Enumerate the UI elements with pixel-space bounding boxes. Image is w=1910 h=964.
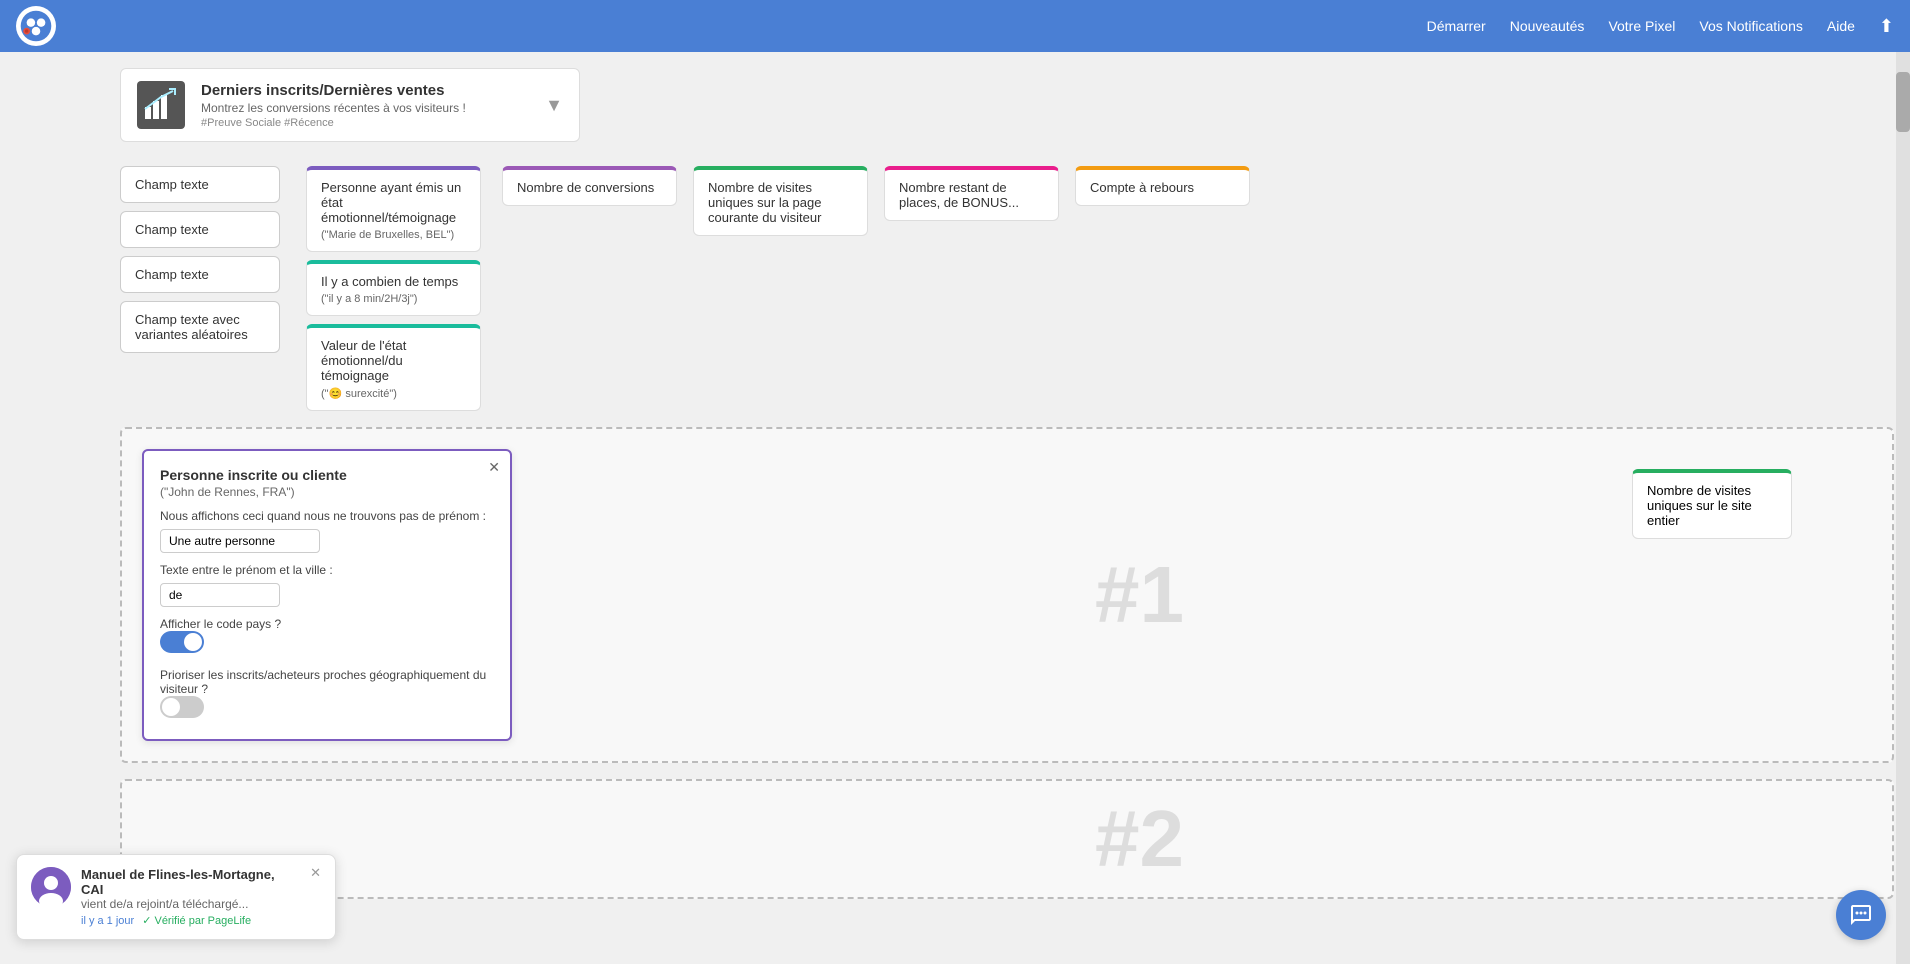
nav-demarrer[interactable]: Démarrer — [1427, 18, 1486, 34]
app-logo[interactable] — [16, 6, 56, 46]
block-visites-site-inside[interactable]: Nombre de visites uniques sur le site en… — [1632, 469, 1792, 539]
popup-label-ville: Texte entre le prénom et la ville : — [160, 563, 494, 577]
nav-votre-pixel[interactable]: Votre Pixel — [1608, 18, 1675, 34]
popup-input-ville[interactable] — [160, 583, 280, 607]
dashed-number-2: #2 — [1095, 793, 1184, 885]
toast-verified: ✓ Vérifié par PageLife — [142, 914, 251, 927]
nav-nouveautes[interactable]: Nouveautés — [1510, 18, 1585, 34]
block-champ-texte-1[interactable]: Champ texte — [120, 166, 280, 203]
purple-teal-blocks-column: Personne ayant émis un état émotionnel/t… — [306, 166, 486, 411]
top-card-icon — [137, 81, 185, 129]
toast-content: Manuel de Flines-les-Mortagne, CAI vient… — [81, 867, 300, 927]
block-nombre-conversions[interactable]: Nombre de conversions — [502, 166, 677, 206]
block-valeur-etat[interactable]: Valeur de l'état émotionnel/du témoignag… — [306, 324, 481, 411]
toggle-afficher-pays[interactable] — [160, 631, 204, 653]
block-label: Nombre restant de places, de BONUS... — [899, 180, 1044, 210]
orange-block-wrapper: Compte à rebours — [1075, 166, 1250, 206]
dashed-number-1: #1 — [1095, 549, 1184, 641]
block-sub: ("😊 surexcité") — [321, 387, 466, 400]
violet-block-wrapper: Nombre de conversions — [502, 166, 677, 206]
top-card-title: Derniers inscrits/Dernières ventes — [201, 82, 529, 99]
toast-avatar — [31, 867, 71, 907]
block-label: Compte à rebours — [1090, 180, 1235, 195]
popup-close-button[interactable]: ✕ — [488, 459, 500, 476]
block-compte-rebours[interactable]: Compte à rebours — [1075, 166, 1250, 206]
block-personne-etat[interactable]: Personne ayant émis un état émotionnel/t… — [306, 166, 481, 252]
navbar: Démarrer Nouveautés Votre Pixel Vos Noti… — [0, 0, 1910, 52]
popup-subtitle: ("John de Rennes, FRA") — [160, 485, 494, 499]
popup-toggle-pays-label: Afficher le code pays ? — [160, 617, 494, 631]
block-sub: ("il y a 8 min/2H/3j") — [321, 293, 466, 305]
block-nombre-visites-page[interactable]: Nombre de visites uniques sur la page co… — [693, 166, 868, 236]
popup-input-personne[interactable] — [160, 529, 320, 553]
green-block-wrapper: Nombre de visites uniques sur la page co… — [693, 166, 868, 236]
toast-notification: Manuel de Flines-les-Mortagne, CAI vient… — [16, 854, 336, 940]
scrollbar-track — [1896, 52, 1910, 964]
main-content: Derniers inscrits/Dernières ventes Montr… — [0, 52, 1910, 964]
toast-time: il y a 1 jour — [81, 915, 134, 927]
top-card-text: Derniers inscrits/Dernières ventes Montr… — [201, 82, 529, 129]
block-sub: ("Marie de Bruxelles, BEL") — [321, 229, 466, 241]
block-il-y-a-combien[interactable]: Il y a combien de temps ("il y a 8 min/2… — [306, 260, 481, 316]
nav-aide[interactable]: Aide — [1827, 18, 1855, 34]
popup-title: Personne inscrite ou cliente — [160, 467, 494, 483]
toggle-prioriser-geo[interactable] — [160, 696, 204, 718]
block-label: Nombre de conversions — [517, 180, 662, 195]
top-card[interactable]: Derniers inscrits/Dernières ventes Montr… — [120, 68, 580, 142]
chevron-down-icon: ▼ — [545, 95, 563, 116]
toast-close-button[interactable]: ✕ — [310, 865, 321, 881]
nav-vos-notifications[interactable]: Vos Notifications — [1699, 18, 1803, 34]
top-card-tags: #Preuve Sociale #Récence — [201, 117, 529, 129]
toast-name: Manuel de Flines-les-Mortagne, CAI — [81, 867, 300, 897]
block-champ-texte-2[interactable]: Champ texte — [120, 211, 280, 248]
block-label: Nombre de visites uniques sur la page co… — [708, 180, 853, 225]
block-label: Personne ayant émis un état émotionnel/t… — [321, 180, 466, 225]
pink-block-wrapper: Nombre restant de places, de BONUS... — [884, 166, 1059, 221]
dashed-area-2: #2 — [120, 779, 1894, 899]
block-label: Nombre de visites uniques sur le site en… — [1647, 483, 1777, 528]
chat-button[interactable] — [1836, 890, 1886, 940]
block-champ-texte-variantes[interactable]: Champ texte avec variantes aléatoires — [120, 301, 280, 353]
block-champ-texte-3[interactable]: Champ texte — [120, 256, 280, 293]
popup-card: ✕ Personne inscrite ou cliente ("John de… — [142, 449, 512, 741]
dashed-area-1: ✕ Personne inscrite ou cliente ("John de… — [120, 427, 1894, 763]
top-card-subtitle: Montrez les conversions récentes à vos v… — [201, 101, 529, 115]
block-label: Il y a combien de temps — [321, 274, 466, 289]
block-nombre-places[interactable]: Nombre restant de places, de BONUS... — [884, 166, 1059, 221]
toast-action: vient de/a rejoint/a téléchargé... — [81, 897, 300, 911]
popup-toggle-geo-label: Prioriser les inscrits/acheteurs proches… — [160, 668, 494, 696]
gray-blocks-column: Champ texte Champ texte Champ texte Cham… — [120, 166, 290, 353]
popup-toggle-geo-row: Prioriser les inscrits/acheteurs proches… — [160, 668, 494, 723]
popup-toggle-pays-row: Afficher le code pays ? — [160, 617, 494, 658]
popup-desc: Nous affichons ceci quand nous ne trouvo… — [160, 509, 494, 523]
scrollbar-thumb[interactable] — [1896, 72, 1910, 132]
export-icon[interactable]: ⬆ — [1879, 16, 1894, 37]
navbar-links: Démarrer Nouveautés Votre Pixel Vos Noti… — [1427, 16, 1894, 37]
block-label: Valeur de l'état émotionnel/du témoignag… — [321, 338, 466, 383]
